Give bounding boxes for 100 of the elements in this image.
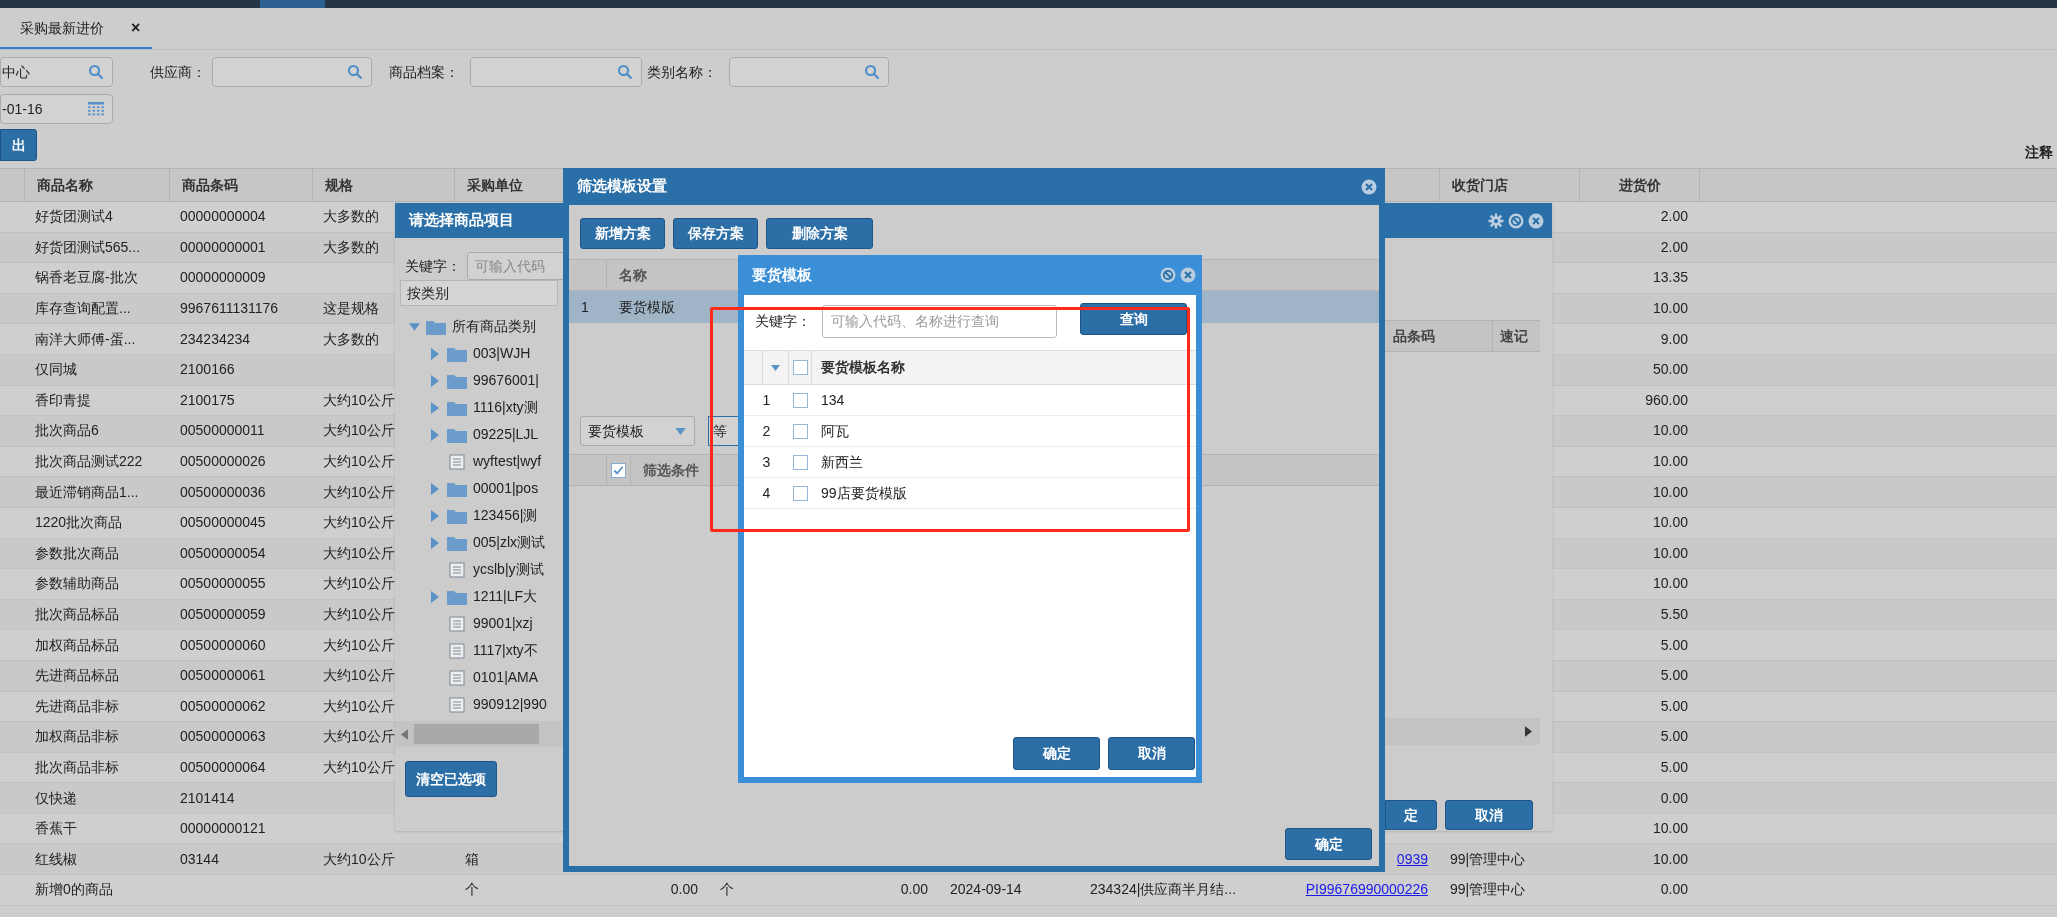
- table-cell-text: 5.00: [1660, 696, 1688, 716]
- table-cell-text: 234234234: [180, 329, 251, 349]
- table-cell-text: 大多数的: [323, 237, 379, 257]
- keyword-label: 关键字：: [755, 312, 812, 331]
- table-cell-text: 10.00: [1652, 849, 1688, 869]
- note-label: 注释: [2025, 143, 2053, 161]
- table-cell-text: 03144: [180, 849, 219, 869]
- table-cell-text: 10.00: [1652, 574, 1688, 594]
- table-cell-text: 00000000001: [180, 237, 266, 257]
- table-cell-text: 0.00: [1660, 880, 1688, 900]
- table-cell-text: 大约10公斤: [323, 635, 395, 655]
- dialog-title: 要货模板: [752, 264, 812, 285]
- table-cell-text: 5.00: [1660, 635, 1688, 655]
- table-cell-text: 99|管理中心: [1450, 880, 1526, 900]
- row-number: 2: [761, 421, 772, 441]
- table-cell-text: 00500000063: [180, 727, 266, 747]
- table-cell-text: 大约10公斤: [323, 849, 395, 869]
- keyword-label: 关键字：: [405, 256, 462, 276]
- table-cell-text: 960.00: [1645, 390, 1688, 410]
- table-cell-text: 0.00: [670, 880, 698, 900]
- table-cell-text: 0.00: [1660, 788, 1688, 808]
- table-cell-text: 00000000004: [180, 207, 266, 227]
- table-cell-text: 大约10公斤: [323, 727, 395, 747]
- table-cell-text: 大多数的: [323, 207, 379, 227]
- table-cell-text: 234324|供应商半月结...: [1090, 880, 1237, 900]
- table-cell-text: 9.00: [1660, 329, 1688, 349]
- table-cell-text: 00500000064: [180, 758, 266, 777]
- table-cell-text: 批次商品非标: [35, 758, 119, 777]
- field-label: 供应商：: [150, 62, 207, 82]
- table-cell-text: 大约10公斤: [323, 513, 395, 533]
- table-cell-text: 00500000036: [180, 482, 266, 502]
- table-cell-text: 大约10公斤: [323, 543, 395, 563]
- table-cell-text: 13.35: [1652, 268, 1688, 288]
- table-cell-text: 大约10公斤: [323, 605, 395, 624]
- table-cell-text: 10.00: [1652, 543, 1688, 563]
- table-cell-text: 2100166: [180, 360, 235, 380]
- table-cell-text: 00500000055: [180, 574, 266, 594]
- table-cell-text: 大约10公斤: [323, 666, 395, 686]
- field-label: 商品档案：: [389, 62, 460, 82]
- table-cell-text: 5.00: [1660, 666, 1688, 686]
- table-cell-text: 10.00: [1652, 513, 1688, 533]
- table-cell-text: 10.00: [1652, 819, 1688, 839]
- table-cell-text: 2100175: [180, 390, 235, 410]
- table-cell-text: 2101414: [180, 788, 235, 808]
- dialog-title: 筛选模板设置: [577, 176, 667, 197]
- table-cell-text: 香印青提: [35, 390, 91, 410]
- table-cell-text: 南洋大师傅-蛋...: [35, 329, 136, 349]
- table-cell-text: 2.00: [1660, 237, 1688, 257]
- table-cell-text: 50.00: [1652, 360, 1688, 380]
- table-cell-text: 箱: [465, 849, 479, 869]
- table-cell-text: 这是规格: [323, 299, 379, 319]
- table-cell-text: 2.00: [1660, 207, 1688, 227]
- table-cell-text: 00500000054: [180, 543, 266, 563]
- field-label: 类别名称：: [647, 62, 718, 82]
- table-cell-text: 仅同城: [35, 360, 77, 380]
- table-cell-text: 00500000060: [180, 635, 266, 655]
- table-cell-text: 00500000061: [180, 666, 266, 686]
- table-cell-text: 00500000026: [180, 452, 266, 472]
- table-cell-text: 加权商品标品: [35, 635, 119, 655]
- table-cell-text: 00500000059: [180, 605, 266, 624]
- table-cell-text: 批次商品测试222: [35, 452, 143, 472]
- table-cell-text: 大约10公斤: [323, 758, 395, 777]
- table-cell-text: 大约10公斤: [323, 452, 395, 472]
- table-cell-text: 参数辅助商品: [35, 574, 119, 594]
- table-cell-text: 10.00: [1652, 421, 1688, 441]
- dialog-title: 请选择商品项目: [409, 210, 514, 231]
- table-cell-text: 批次商品标品: [35, 605, 119, 624]
- row-number: 4: [761, 483, 772, 503]
- table-cell-text: 1220批次商品: [35, 513, 123, 533]
- table-cell-text: 香蕉干: [35, 819, 77, 839]
- table-cell-text: 00000000009: [180, 268, 266, 288]
- table-cell-text: 99|管理中心: [1450, 849, 1526, 869]
- table-cell-text: 5.00: [1660, 758, 1688, 777]
- row-number: 3: [761, 452, 772, 472]
- table-cell-text: 大约10公斤: [323, 390, 395, 410]
- table-cell-text: 00500000045: [180, 513, 266, 533]
- table-cell-text: 9967611131176: [180, 299, 279, 319]
- table-cell-text: 好货团测试565...: [35, 237, 141, 257]
- table-cell-text: 库存查询配置...: [35, 299, 131, 319]
- table-cell-text: 10.00: [1652, 452, 1688, 472]
- table-cell-text: 个: [465, 880, 479, 900]
- row-number: 1: [761, 390, 772, 410]
- table-cell-text: 最近滞销商品1...: [35, 482, 139, 502]
- table-cell-text: 大约10公斤: [323, 482, 395, 502]
- table-cell-text: 2024-09-14: [950, 880, 1022, 900]
- table-cell-text: 先进商品标品: [35, 666, 119, 686]
- table-cell-text: 00500000011: [180, 421, 265, 441]
- table-cell-text: 0.00: [900, 880, 928, 900]
- table-cell-text: 仅快递: [35, 788, 77, 808]
- table-cell-text: 好货团测试4: [35, 207, 113, 227]
- table-cell-text: 个: [720, 880, 734, 900]
- table-cell-text: 5.50: [1660, 605, 1688, 624]
- table-cell-text: 锅香老豆腐-批次: [35, 268, 138, 288]
- table-cell-text: 10.00: [1652, 482, 1688, 502]
- table-cell-text: 先进商品非标: [35, 696, 119, 716]
- table-cell-text: 00500000062: [180, 696, 266, 716]
- table-cell-text: 大约10公斤: [323, 421, 395, 441]
- table-cell-text: 加权商品非标: [35, 727, 119, 747]
- table-cell-text: 00000000121: [180, 819, 266, 839]
- table-cell-text: 批次商品6: [35, 421, 99, 441]
